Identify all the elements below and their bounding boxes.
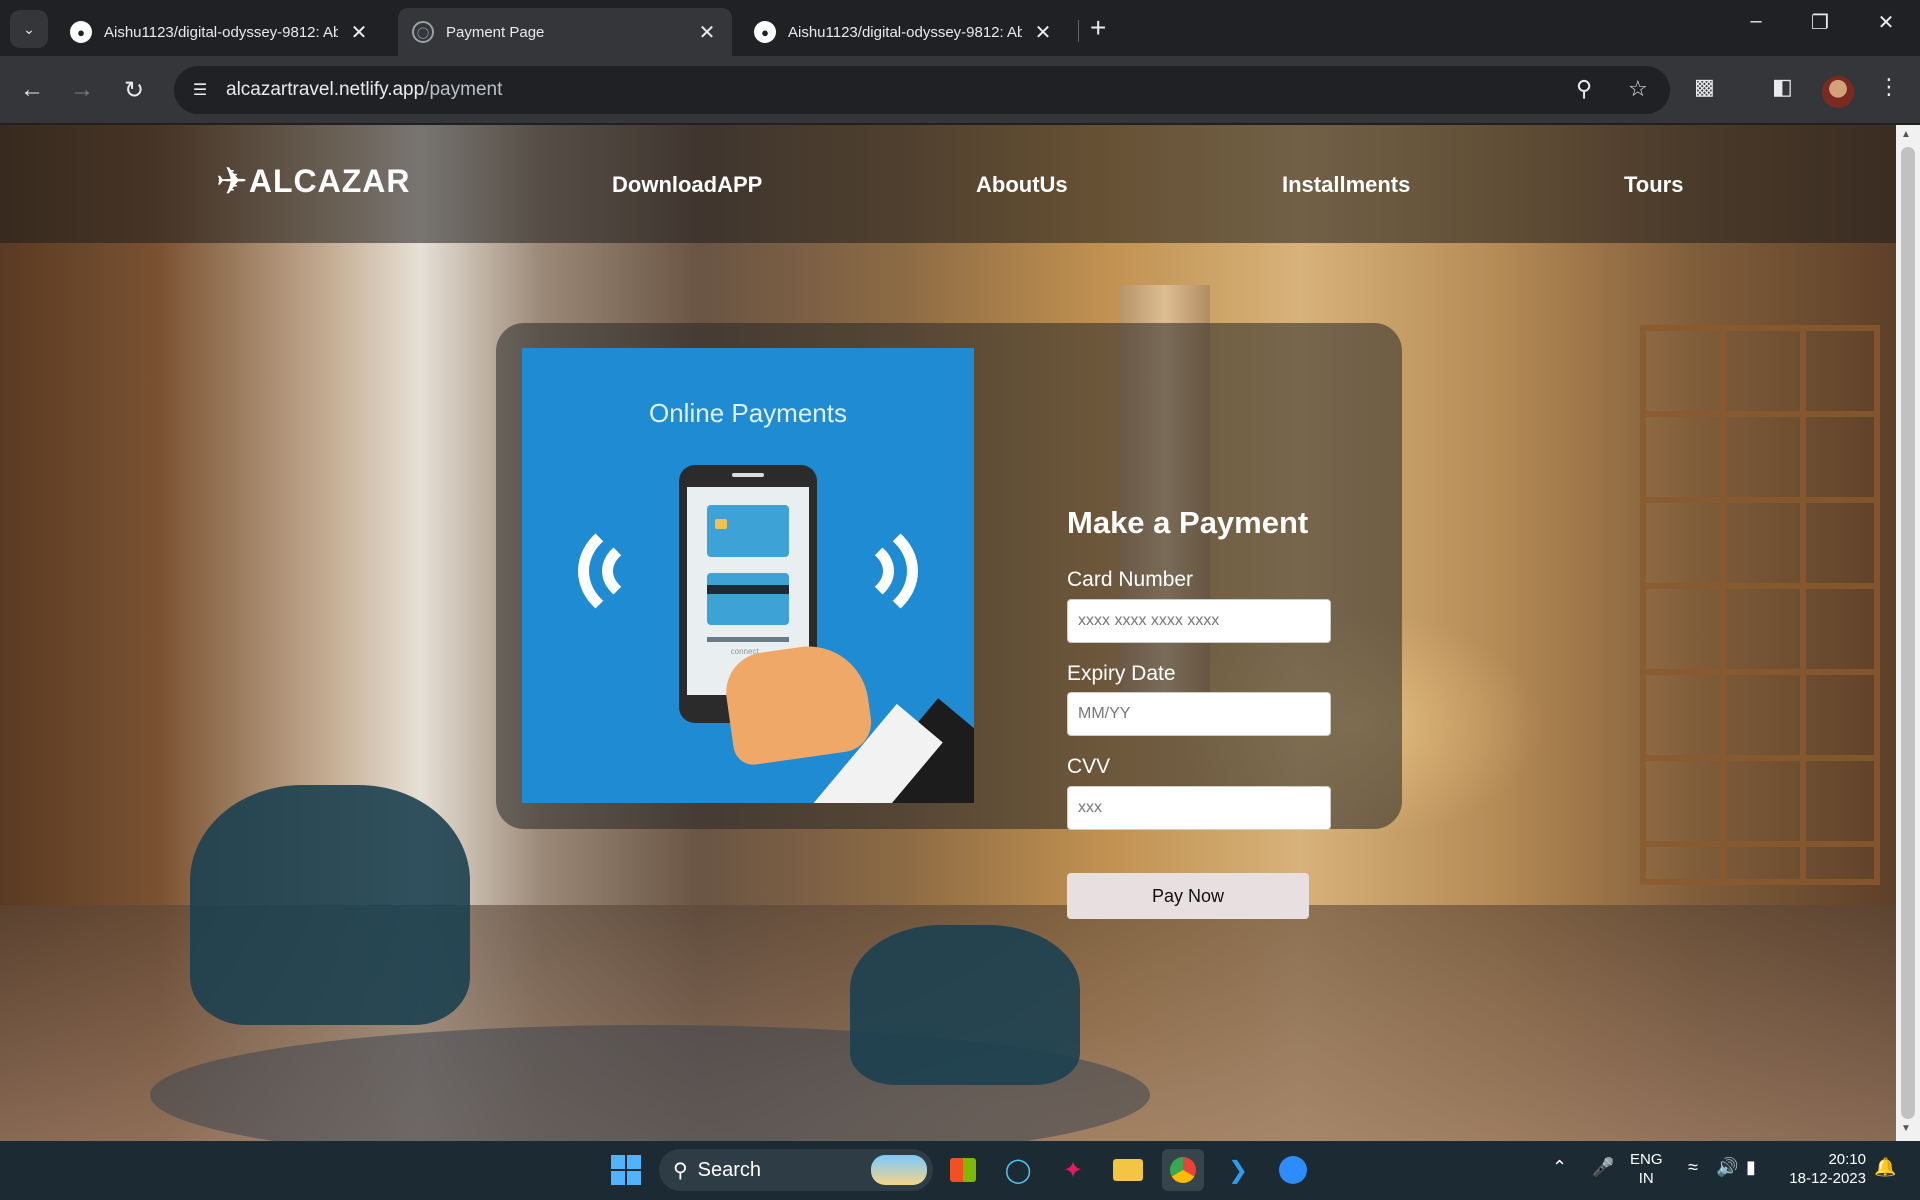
credit-card-icon [707, 505, 789, 557]
taskbar-search[interactable]: ⚲ Search [659, 1149, 933, 1191]
language-code: ENG [1630, 1151, 1663, 1168]
url-text: alcazartravel.netlify.app/payment [226, 79, 502, 101]
pay-now-button[interactable]: Pay Now [1067, 873, 1309, 919]
tab-separator [1078, 20, 1079, 42]
windows-start-icon[interactable] [611, 1155, 641, 1185]
battery-icon[interactable]: ▮ [1746, 1158, 1756, 1177]
new-tab-button[interactable]: + [1090, 12, 1106, 44]
microphone-icon[interactable]: 🎤 [1592, 1158, 1614, 1177]
language-indicator[interactable]: ENG IN [1630, 1150, 1663, 1188]
progress-line [707, 637, 789, 642]
tab-payment-page[interactable]: ◯ Payment Page ✕ [398, 8, 732, 56]
taskbar-search-label: Search [697, 1158, 762, 1181]
arrow-right-icon: → [70, 76, 94, 103]
profile-avatar[interactable] [1822, 76, 1854, 108]
scroll-down-icon[interactable]: ▼ [1901, 1123, 1911, 1134]
expiry-date-input[interactable] [1067, 692, 1331, 736]
cvv-label: CVV [1067, 755, 1111, 778]
site-settings-icon[interactable]: ☰ [186, 76, 214, 104]
bookmark-star-icon[interactable]: ☆ [1628, 76, 1648, 102]
zoom-icon[interactable]: ⚲ [1576, 76, 1592, 102]
illustration-title: Online Payments [649, 398, 847, 428]
card-number-input[interactable] [1067, 599, 1331, 643]
address-bar[interactable]: ☰ alcazartravel.netlify.app/payment ⚲ ☆ [174, 66, 1670, 114]
minimize-icon: – [1750, 10, 1762, 32]
close-window-button[interactable]: ✕ [1866, 10, 1906, 35]
background-chair [190, 785, 470, 1025]
hand-icon [721, 638, 875, 768]
tab-search-button[interactable]: ⌄ [10, 10, 48, 48]
close-icon[interactable]: ✕ [696, 20, 718, 45]
tab-title: Payment Page [446, 23, 545, 41]
zoom-icon[interactable] [1272, 1149, 1314, 1191]
page-scrollbar[interactable]: ▲ ▼ [1896, 125, 1920, 1141]
menu-icon[interactable]: ⋮ [1878, 74, 1900, 100]
forward-button[interactable]: → [64, 72, 100, 108]
tab-github-2[interactable]: ● Aishu1123/digital-odyssey-9812: Abo ✕ [740, 8, 1068, 56]
file-explorer-icon[interactable] [1107, 1149, 1149, 1191]
close-icon[interactable]: ✕ [348, 20, 370, 45]
nav-about-us[interactable]: AboutUs [976, 172, 1068, 198]
airplane-icon: ✈ [216, 161, 249, 203]
card-stripe [707, 585, 789, 594]
extensions-icon[interactable]: ▩ [1694, 74, 1715, 100]
tab-github-1[interactable]: ● Aishu1123/digital-odyssey-9812: Abo ✕ [56, 8, 384, 56]
scrollbar-thumb[interactable] [1901, 147, 1915, 1119]
github-icon: ● [754, 21, 776, 43]
site-navbar: ✈ ALCAZAR DownloadAPP AboutUs Installmen… [0, 125, 1896, 243]
microsoft-store-icon[interactable] [942, 1149, 984, 1191]
phone-speaker [732, 473, 764, 477]
background-chair [850, 925, 1080, 1085]
nav-installments[interactable]: Installments [1282, 172, 1410, 198]
cvv-input[interactable] [1067, 786, 1331, 830]
wifi-icon[interactable]: ≈ [1688, 1158, 1698, 1177]
tab-strip: ⌄ ● Aishu1123/digital-odyssey-9812: Abo … [0, 0, 1920, 56]
payment-title: Make a Payment [1067, 505, 1309, 540]
credit-card-back-icon [707, 573, 789, 625]
notification-bell-icon[interactable]: 🔔 [1874, 1158, 1896, 1177]
clock-time: 20:10 [1828, 1151, 1866, 1168]
restore-button[interactable]: ❐ [1800, 10, 1840, 35]
logo-text: ALCAZAR [248, 163, 411, 199]
restore-icon: ❐ [1811, 12, 1829, 34]
close-icon: ✕ [1877, 12, 1895, 34]
card-number-label: Card Number [1067, 568, 1194, 591]
online-payments-illustration: Online Payments connect... [522, 348, 974, 803]
arrow-left-icon: ← [20, 76, 44, 103]
minimize-button[interactable]: – [1736, 10, 1776, 33]
nav-download-app[interactable]: DownloadAPP [612, 172, 762, 198]
globe-icon: ◯ [412, 21, 434, 43]
reload-icon: ↻ [123, 76, 145, 104]
cortana-icon[interactable]: ◯ [997, 1149, 1039, 1191]
nav-tours[interactable]: Tours [1624, 172, 1683, 198]
background-bookshelf [1640, 325, 1880, 885]
vscode-icon[interactable]: ❯ [1217, 1149, 1259, 1191]
browser-toolbar: ← → ↻ ☰ alcazartravel.netlify.app/paymen… [0, 56, 1920, 124]
nfc-wave-right-icon [804, 536, 894, 606]
close-icon[interactable]: ✕ [1032, 20, 1054, 45]
plus-icon: + [1090, 12, 1107, 43]
side-panel-icon[interactable]: ◧ [1772, 74, 1793, 100]
back-button[interactable]: ← [14, 72, 50, 108]
tab-title: Aishu1123/digital-odyssey-9812: Abo [788, 23, 1022, 41]
clock[interactable]: 20:10 18-12-2023 [1782, 1150, 1866, 1188]
card-chip [715, 519, 727, 529]
volume-icon[interactable]: 🔊 [1716, 1158, 1738, 1177]
site-logo[interactable]: ✈ ALCAZAR [216, 159, 410, 204]
url-host: alcazartravel.netlify.app [226, 79, 425, 100]
url-path: /payment [424, 79, 503, 100]
clock-date: 18-12-2023 [1789, 1170, 1866, 1187]
scroll-up-icon[interactable]: ▲ [1901, 129, 1911, 140]
expiry-date-label: Expiry Date [1067, 662, 1176, 685]
github-icon: ● [70, 21, 92, 43]
chevron-down-icon: ⌄ [23, 20, 35, 37]
tab-title: Aishu1123/digital-odyssey-9812: Abo [104, 23, 338, 41]
language-region: IN [1638, 1170, 1654, 1187]
slack-icon[interactable]: ✦ [1052, 1149, 1094, 1191]
search-highlight-image [871, 1155, 927, 1185]
search-icon: ⚲ [673, 1159, 688, 1182]
chrome-icon[interactable] [1162, 1149, 1204, 1191]
reload-button[interactable]: ↻ [116, 72, 152, 108]
show-hidden-icons[interactable]: ⌃ [1552, 1158, 1567, 1177]
